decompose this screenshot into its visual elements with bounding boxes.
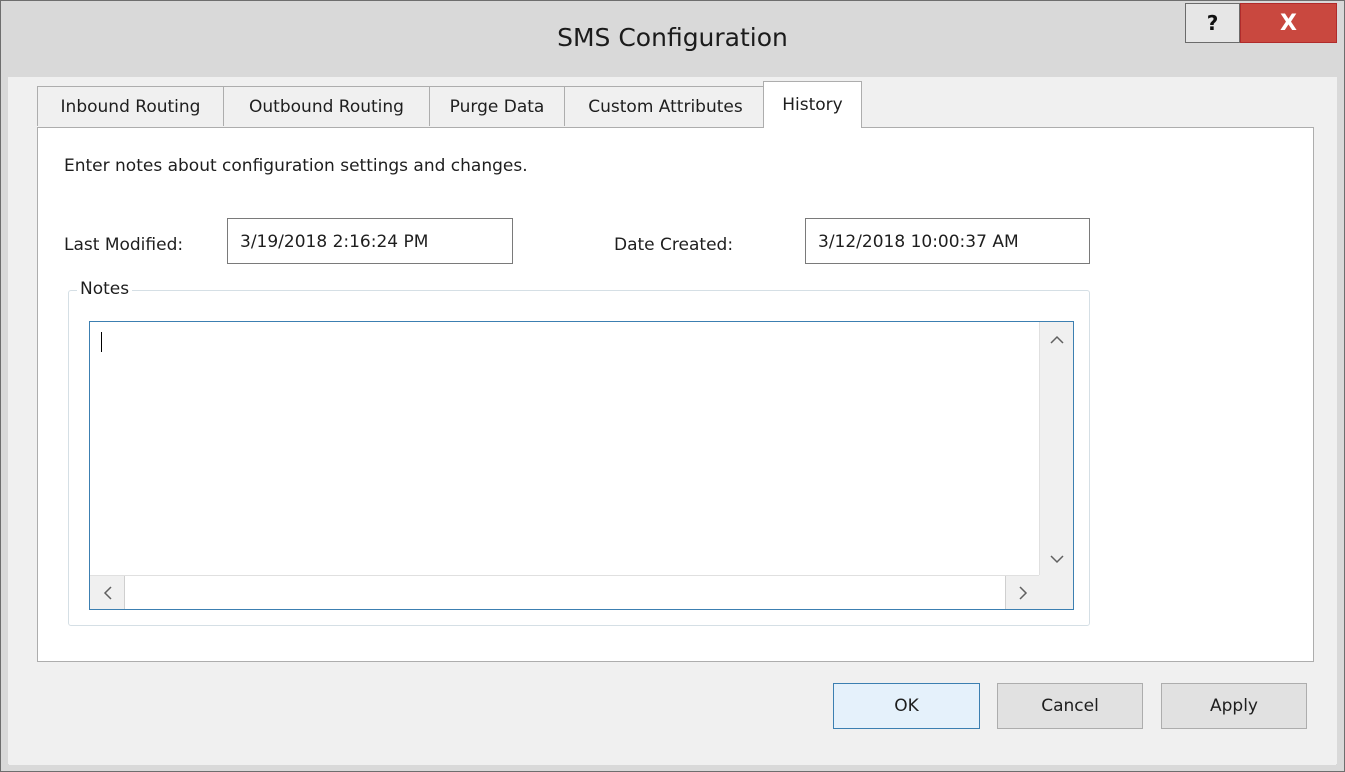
help-button[interactable]: ?: [1185, 3, 1240, 43]
history-panel: Enter notes about configuration settings…: [37, 127, 1314, 662]
dialog-window: SMS Configuration ? X Inbound Routing Ou…: [0, 0, 1345, 772]
title-bar[interactable]: SMS Configuration ? X: [1, 1, 1344, 77]
chevron-left-icon: [103, 586, 112, 600]
panel-description: Enter notes about configuration settings…: [64, 156, 528, 176]
scrollbar-thumb[interactable]: [124, 576, 1006, 609]
scroll-left-button[interactable]: [90, 576, 124, 610]
vertical-scrollbar[interactable]: [1039, 322, 1073, 576]
close-button[interactable]: X: [1240, 3, 1337, 43]
chevron-up-icon: [1050, 335, 1064, 344]
chevron-right-icon: [1018, 586, 1027, 600]
scroll-right-button[interactable]: [1006, 576, 1040, 610]
tab-history[interactable]: History: [763, 81, 862, 128]
tab-outbound-routing[interactable]: Outbound Routing: [223, 86, 430, 126]
tab-custom-attributes[interactable]: Custom Attributes: [564, 86, 767, 126]
cancel-button[interactable]: Cancel: [997, 683, 1143, 729]
chevron-down-icon: [1050, 554, 1064, 563]
apply-button[interactable]: Apply: [1161, 683, 1307, 729]
notes-group-label: Notes: [77, 279, 133, 299]
scroll-up-button[interactable]: [1040, 322, 1074, 356]
notes-group: Notes: [68, 279, 1090, 626]
date-created-field: 3/12/2018 10:00:37 AM: [805, 218, 1090, 264]
scroll-down-button[interactable]: [1040, 542, 1074, 576]
tab-purge-data[interactable]: Purge Data: [429, 86, 565, 126]
tab-inbound-routing[interactable]: Inbound Routing: [37, 86, 224, 126]
scrollbar-corner: [1039, 575, 1073, 609]
date-created-label: Date Created:: [614, 235, 734, 255]
close-icon: X: [1280, 10, 1297, 36]
text-caret: [101, 332, 102, 352]
ok-button[interactable]: OK: [833, 683, 980, 729]
notes-textarea[interactable]: [89, 321, 1074, 610]
dialog-content: Inbound Routing Outbound Routing Purge D…: [9, 77, 1336, 765]
last-modified-field: 3/19/2018 2:16:24 PM: [227, 218, 513, 264]
horizontal-scrollbar[interactable]: [90, 575, 1040, 609]
window-title: SMS Configuration: [557, 23, 788, 52]
last-modified-label: Last Modified:: [64, 235, 184, 255]
